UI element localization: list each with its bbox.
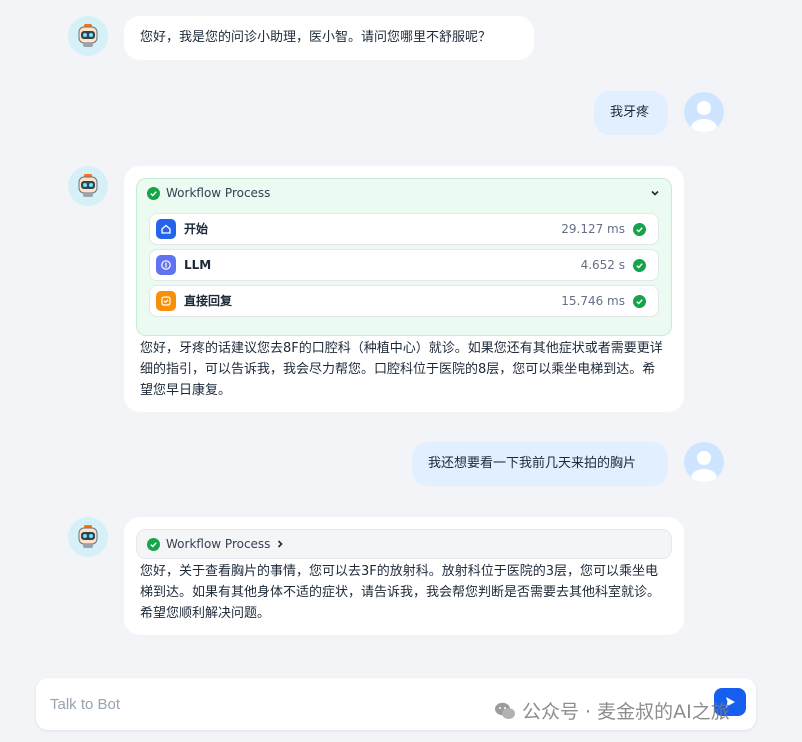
workflow-label: Workflow Process	[166, 536, 271, 551]
workflow-header[interactable]: Workflow Process	[137, 530, 671, 558]
node-name: LLM	[184, 257, 212, 272]
llm-icon	[156, 255, 176, 275]
node-name: 直接回复	[184, 293, 233, 308]
message-text: 我牙疼	[610, 105, 650, 120]
watermark-text: 公众号 · 麦金叔的AI之旅	[522, 701, 730, 723]
node-name: 开始	[184, 221, 209, 236]
user-message-1: 我牙疼	[594, 91, 668, 135]
success-check-icon	[147, 537, 160, 551]
message-text: 您好，关于查看胸片的事情，您可以去3F的放射科。放射科位于医院的3层，您可以乘坐…	[140, 564, 661, 621]
success-check-icon	[633, 294, 646, 308]
chevron-right-icon[interactable]	[274, 538, 286, 550]
message-text: 您好，我是您的问诊小助理，医小智。请问您哪里不舒服呢？	[140, 30, 492, 45]
bot-message-2: Workflow Process 开始 29.127 ms LLM 4.652 …	[124, 166, 684, 412]
node-time: 15.746 ms	[561, 293, 625, 308]
message-text: 您好，牙疼的话建议您去8F的口腔科（种植中心）就诊。如果您还有其他症状或者需要更…	[140, 341, 663, 398]
reply-icon	[156, 291, 176, 311]
bot-avatar	[68, 16, 108, 56]
watermark: 公众号 · 麦金叔的AI之旅	[494, 697, 730, 724]
robot-icon	[78, 174, 98, 197]
user-icon	[691, 451, 717, 482]
workflow-label: Workflow Process	[166, 185, 271, 200]
success-check-icon	[147, 186, 160, 200]
robot-icon	[78, 525, 98, 548]
user-message-2: 我还想要看一下我前几天来拍的胸片	[412, 442, 668, 486]
robot-icon	[78, 24, 98, 47]
workflow-header[interactable]: Workflow Process	[137, 179, 671, 207]
bot-message-3: Workflow Process 您好，关于查看胸片的事情，您可以去3F的放射科…	[124, 517, 684, 635]
bot-avatar	[68, 166, 108, 206]
node-time: 4.652 s	[580, 257, 625, 272]
workflow-node[interactable]: LLM 4.652 s	[149, 249, 659, 281]
node-time: 29.127 ms	[561, 221, 625, 236]
chevron-down-icon[interactable]	[649, 187, 661, 199]
workflow-panel: Workflow Process 开始 29.127 ms LLM 4.652 …	[136, 178, 672, 336]
success-check-icon	[633, 222, 646, 236]
workflow-node[interactable]: 直接回复 15.746 ms	[149, 285, 659, 317]
user-icon	[691, 101, 717, 132]
bot-message-1: 您好，我是您的问诊小助理，医小智。请问您哪里不舒服呢？	[124, 16, 534, 60]
user-avatar	[684, 92, 724, 132]
workflow-panel[interactable]: Workflow Process	[136, 529, 672, 559]
wechat-icon	[495, 702, 515, 719]
success-check-icon	[633, 258, 646, 272]
message-text: 我还想要看一下我前几天来拍的胸片	[428, 456, 637, 471]
bot-avatar	[68, 517, 108, 557]
home-icon	[156, 219, 176, 239]
user-avatar	[684, 442, 724, 482]
workflow-node[interactable]: 开始 29.127 ms	[149, 213, 659, 245]
